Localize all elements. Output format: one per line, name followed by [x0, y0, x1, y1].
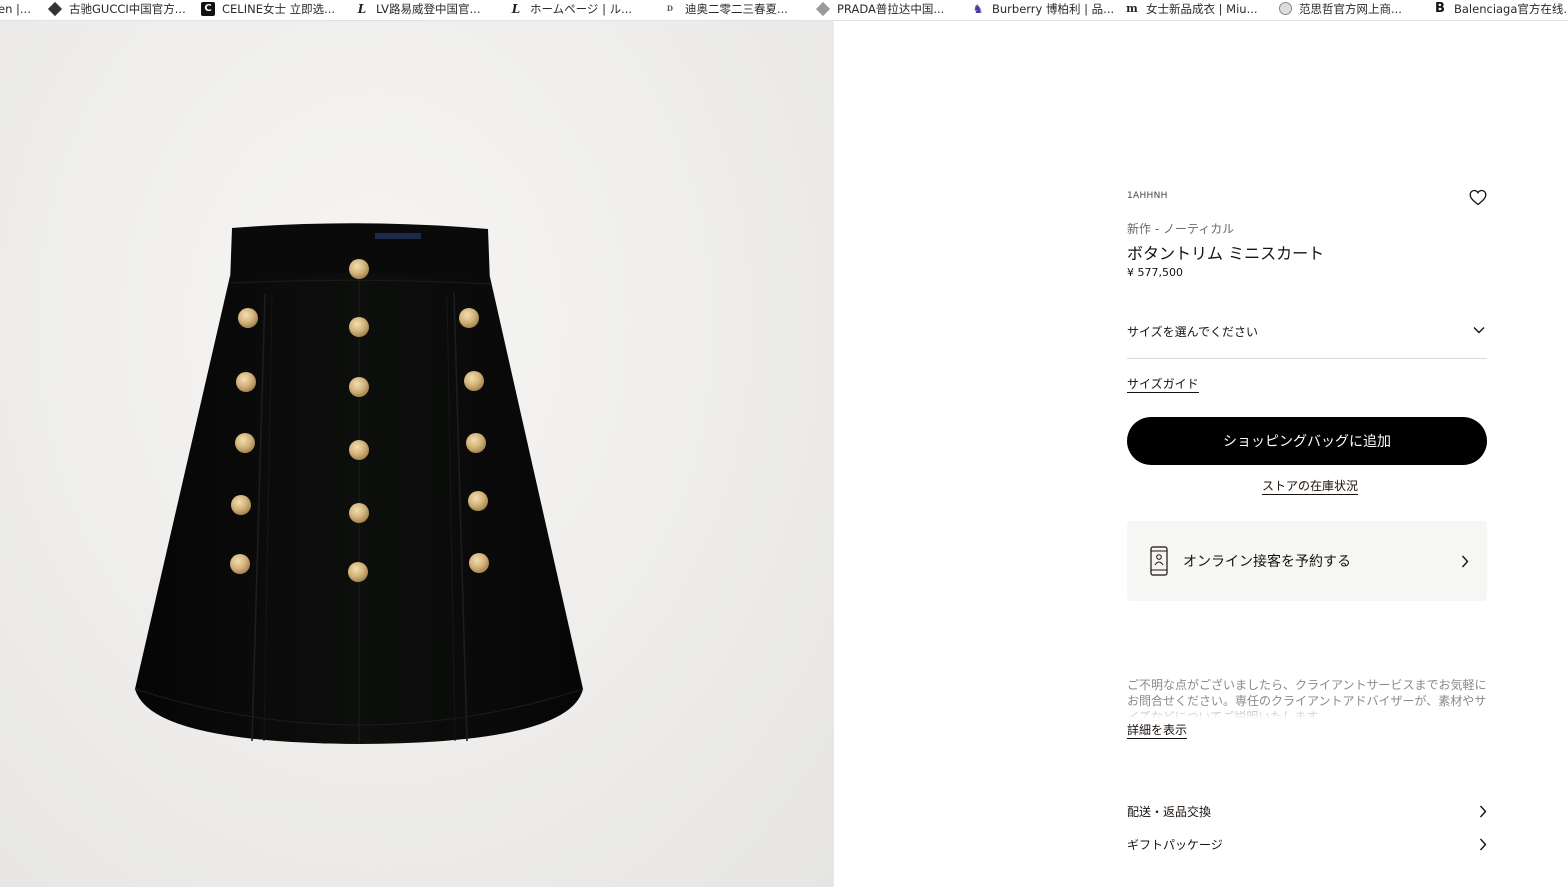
bookmark-label: Burberry 博柏利 | 品...: [992, 1, 1115, 16]
online-appointment-label: オンライン接客を予約する: [1183, 554, 1351, 570]
size-guide-link[interactable]: サイズガイド: [1127, 377, 1199, 393]
chevron-right-icon: [1479, 838, 1487, 850]
read-more-link[interactable]: 詳細を表示: [1127, 723, 1188, 739]
bookmark-label: ホームページ | ル...: [530, 1, 633, 16]
product-sku: 1AHHNH: [1127, 191, 1168, 201]
online-appointment-card[interactable]: オンライン接客を予約する: [1127, 521, 1487, 601]
product-title: ボタントリム ミニスカート: [1127, 244, 1325, 263]
bookmark-item[interactable]: 古驰GUCCI中国官方...: [47, 0, 186, 17]
product-category: 新作 - ノーティカル: [1127, 222, 1235, 236]
bookmark-label: LV路易威登中国官...: [376, 1, 481, 16]
product-image: [134, 223, 584, 744]
size-select-dropdown[interactable]: サイズを選んでください: [1127, 318, 1487, 359]
chevron-right-icon: [1479, 805, 1487, 817]
bookmark-item[interactable]: PRADA普拉达中国...: [815, 0, 945, 17]
wishlist-heart-icon[interactable]: [1469, 189, 1487, 206]
chevron-down-icon: [1473, 327, 1485, 334]
gucci-favicon-icon: [47, 1, 63, 16]
product-price: ¥ 577,500: [1127, 266, 1183, 279]
bookmark-label: en |...: [0, 1, 31, 16]
product-details: 1AHHNH 新作 - ノーティカル ボタントリム ミニスカート ¥ 577,5…: [1127, 0, 1487, 887]
bookmark-label: 迪奥二零二三春夏...: [685, 1, 788, 16]
client-service-text: ご不明な点がございましたら、クライアントサービスまでお気軽にお問合せください。専…: [1127, 678, 1487, 719]
bookmark-label: CELINE女士 立即选...: [222, 1, 336, 16]
add-to-bag-button[interactable]: ショッピングバッグに追加: [1127, 417, 1487, 465]
size-select-label: サイズを選んでください: [1127, 325, 1259, 339]
product-image-panel[interactable]: [0, 21, 834, 887]
bookmark-item[interactable]: D 迪奥二零二三春夏...: [662, 0, 788, 17]
burberry-favicon-icon: ♞: [972, 1, 984, 16]
bookmark-label: 古驰GUCCI中国官方...: [69, 1, 186, 16]
store-stock-link[interactable]: ストアの在庫状況: [1262, 479, 1359, 495]
bookmark-item[interactable]: en |...: [0, 0, 31, 17]
prada-favicon-icon: [815, 1, 831, 16]
bookmark-item[interactable]: ♞ Burberry 博柏利 | 品...: [971, 0, 1115, 17]
smartphone-icon: [1150, 546, 1168, 576]
gift-package-label: ギフトパッケージ: [1127, 837, 1223, 852]
lv-favicon-icon: L: [511, 1, 521, 16]
bookmark-item[interactable]: L ホームページ | ル...: [509, 0, 632, 17]
lv-favicon-icon: L: [357, 1, 367, 16]
bookmark-label: PRADA普拉达中国...: [837, 1, 945, 16]
dior-favicon-icon: D: [666, 4, 674, 13]
shipping-returns-accordion[interactable]: 配送・返品交換: [1127, 801, 1487, 821]
shipping-returns-label: 配送・返品交換: [1127, 804, 1212, 819]
celine-favicon-icon: C: [201, 1, 215, 16]
chevron-right-icon: [1461, 555, 1469, 567]
gift-package-accordion[interactable]: ギフトパッケージ: [1127, 834, 1487, 854]
bookmark-item[interactable]: L LV路易威登中国官...: [355, 0, 481, 17]
bookmark-item[interactable]: C CELINE女士 立即选...: [201, 0, 335, 17]
